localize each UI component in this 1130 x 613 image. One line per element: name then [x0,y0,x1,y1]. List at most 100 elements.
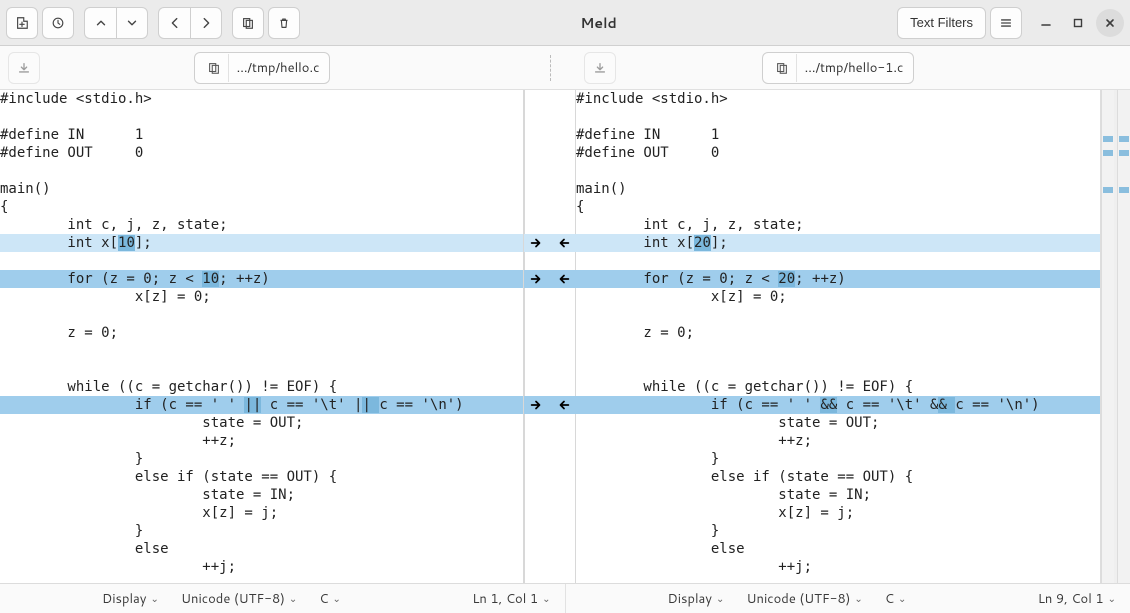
editor-right[interactable]: #include <stdio.h> #define IN 1#define OU… [576,90,1100,583]
file-separator [524,46,576,89]
code-line: int c, j, z, state; [576,216,1100,234]
code-line [0,360,524,378]
code-line [576,360,1100,378]
code-line [576,162,1100,180]
next-diff-button[interactable] [116,7,148,39]
save-left-button[interactable] [8,52,40,84]
code-line: ++j; [0,558,524,576]
status-right: Display⌄ Unicode (UTF-8)⌄ C⌄ Ln 9, Col 1… [566,584,1130,613]
window-title: Meld [304,13,893,33]
copy-icon [769,54,797,82]
file-path-right: .../tmp/hello-1.c [805,59,904,77]
prev-pane-button[interactable] [158,7,190,39]
code-line: #include <stdio.h> [576,90,1100,108]
code-line: int x[10]; [0,234,524,252]
code-line: int x[20]; [576,234,1100,252]
code-line: main() [0,180,524,198]
maximize-button[interactable] [1064,9,1092,37]
code-line: } [576,450,1100,468]
copy-icon [201,54,229,82]
code-line: ++j; [576,558,1100,576]
code-line: { [576,198,1100,216]
code-line: state = IN; [0,486,524,504]
status-bar: Display⌄ Unicode (UTF-8)⌄ C⌄ Ln 1, Col 1… [0,583,1130,613]
code-line [0,342,524,360]
encoding-menu-right[interactable]: Unicode (UTF-8)⌄ [744,586,864,612]
cursor-pos-right[interactable]: Ln 9, Col 1⌄ [1036,586,1118,612]
code-line: while ((c = getchar()) != EOF) { [0,378,524,396]
display-menu-left[interactable]: Display⌄ [100,586,161,612]
code-line: #define IN 1 [0,126,524,144]
copy-button[interactable] [232,7,264,39]
display-menu-right[interactable]: Display⌄ [666,586,727,612]
lang-menu-right[interactable]: C⌄ [883,586,909,612]
code-line: { [0,198,524,216]
link-gutter [524,90,576,583]
code-line: else [0,540,524,558]
code-line: } [576,522,1100,540]
code-line [576,108,1100,126]
code-line: ++z; [576,432,1100,450]
code-line: z = 0; [0,324,524,342]
code-line: #define IN 1 [576,126,1100,144]
code-line [576,342,1100,360]
text-filters-button[interactable]: Text Filters [897,7,986,39]
code-line: x[z] = j; [576,504,1100,522]
code-line: state = OUT; [576,414,1100,432]
code-line [0,162,524,180]
delete-button[interactable] [268,7,300,39]
push-right-button[interactable] [526,234,546,252]
next-pane-button[interactable] [190,7,222,39]
code-line: state = IN; [576,486,1100,504]
lang-menu-left[interactable]: C⌄ [317,586,343,612]
header-bar: Meld Text Filters [0,0,1130,46]
code-line: #define OUT 0 [576,144,1100,162]
nav-diff-group [84,7,148,39]
push-right-button[interactable] [526,396,546,414]
code-line: x[z] = j; [0,504,524,522]
cursor-pos-left[interactable]: Ln 1, Col 1⌄ [470,586,552,612]
code-line: else if (state == OUT) { [576,468,1100,486]
new-comparison-button[interactable] [6,7,38,39]
file-chooser-right[interactable]: .../tmp/hello-1.c [762,52,915,84]
code-line: ++z; [0,432,524,450]
file-pane-right: .../tmp/hello-1.c [576,46,1100,89]
menu-button[interactable] [990,7,1022,39]
code-line: x[z] = 0; [576,288,1100,306]
overview-map[interactable] [1100,90,1130,583]
code-line: for (z = 0; z < 20; ++z) [576,270,1100,288]
editor-left[interactable]: #include <stdio.h> #define IN 1#define OU… [0,90,524,583]
push-right-button[interactable] [526,270,546,288]
code-line: else if (state == OUT) { [0,468,524,486]
code-line [576,252,1100,270]
code-line: #include <stdio.h> [0,90,524,108]
diff-body: #include <stdio.h>#define IN 1#define OU… [0,90,1130,583]
file-row: .../tmp/hello.c .../tmp/hello-1.c [0,46,1130,90]
minimize-button[interactable] [1032,9,1060,37]
code-line: while ((c = getchar()) != EOF) { [576,378,1100,396]
code-line: main() [576,180,1100,198]
prev-diff-button[interactable] [84,7,116,39]
push-left-button[interactable] [554,270,574,288]
nav-pane-group [158,7,222,39]
save-right-button[interactable] [584,52,616,84]
code-line: if (c == ' ' || c == '\t' || c == '\n') [0,396,524,414]
push-left-button[interactable] [554,234,574,252]
code-line [0,306,524,324]
encoding-menu-left[interactable]: Unicode (UTF-8)⌄ [179,586,299,612]
code-line [576,306,1100,324]
push-left-button[interactable] [554,396,574,414]
code-line: if (c == ' ' && c == '\t' && c == '\n') [576,396,1100,414]
history-button[interactable] [42,7,74,39]
close-button[interactable] [1096,9,1124,37]
code-line: for (z = 0; z < 10; ++z) [0,270,524,288]
file-chooser-left[interactable]: .../tmp/hello.c [194,52,331,84]
code-line: state = OUT; [0,414,524,432]
file-pane-left: .../tmp/hello.c [0,46,524,89]
code-line [0,252,524,270]
code-line: x[z] = 0; [0,288,524,306]
code-line: z = 0; [576,324,1100,342]
code-line: else [576,540,1100,558]
code-line: #define OUT 0 [0,144,524,162]
code-line: } [0,450,524,468]
